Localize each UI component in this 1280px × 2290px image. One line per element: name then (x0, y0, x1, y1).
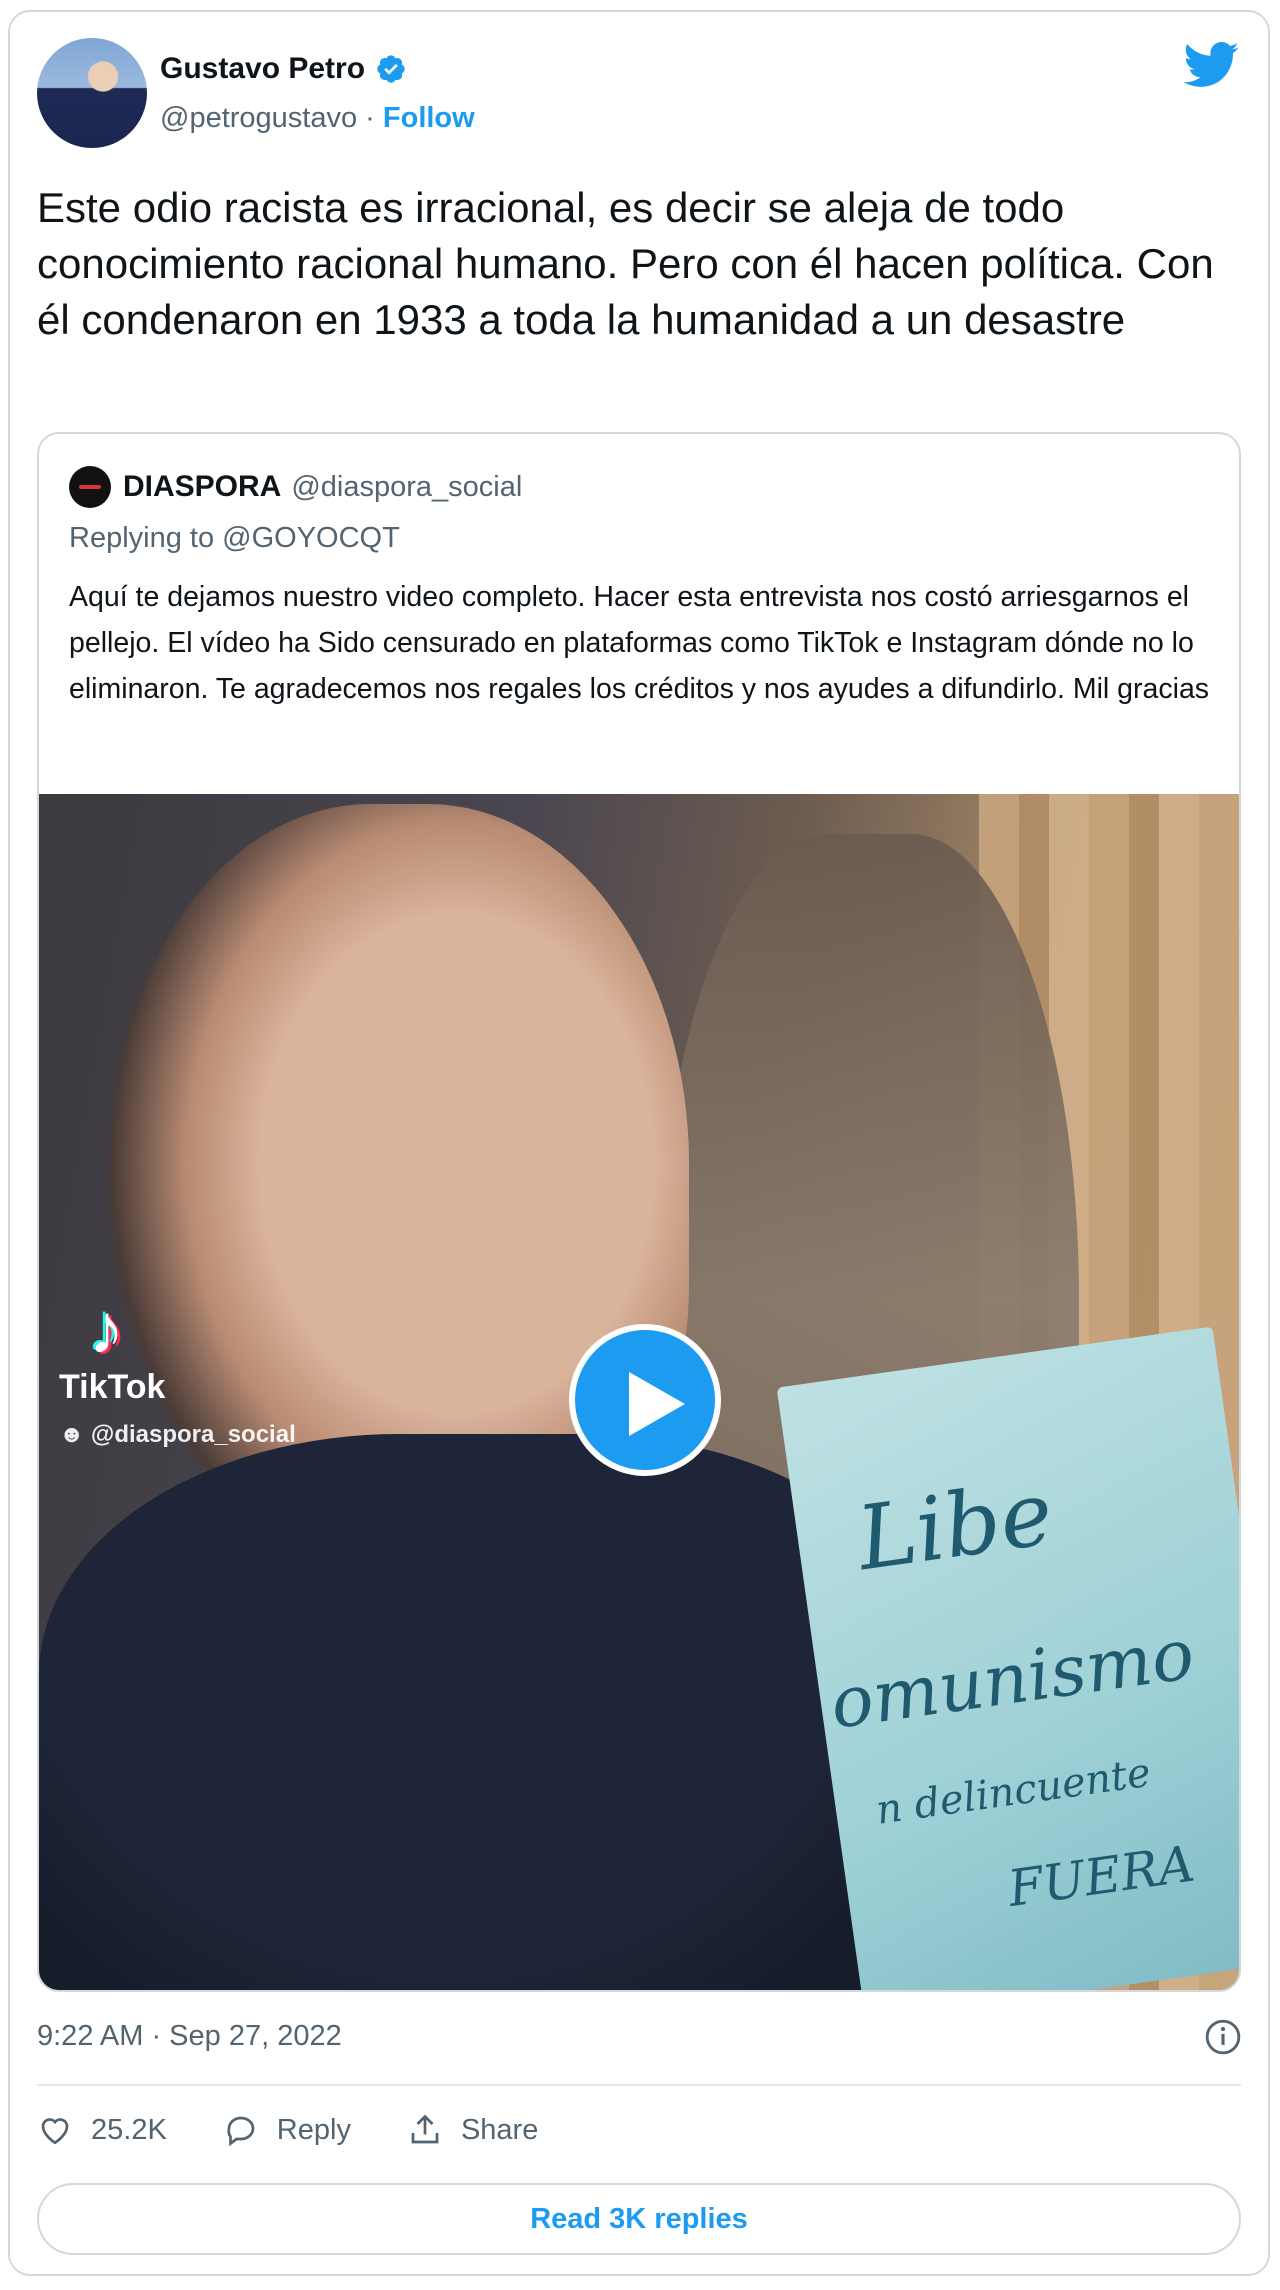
divider (37, 2084, 1241, 2086)
like-count: 25.2K (91, 2113, 167, 2146)
twitter-bird-icon[interactable] (1184, 42, 1240, 88)
reply-bubble-icon (227, 2116, 255, 2147)
tiktok-logo-icon: ♪ (89, 1290, 124, 1368)
tiktok-brand: TikTok (59, 1368, 166, 1406)
quoted-replying-to: Replying to @GOYOCQT (69, 522, 400, 554)
quoted-avatar[interactable] (69, 466, 111, 508)
like-button[interactable]: 25.2K (37, 2112, 167, 2148)
sign-text-4: FUERA (1004, 1834, 1198, 1919)
quoted-text: Aquí te dejamos nuestro video completo. … (69, 581, 1210, 705)
quoted-header: DIASPORA @diaspora_social (69, 466, 522, 508)
author-name[interactable]: Gustavo Petro (160, 52, 365, 86)
sign-text-3: n delincuente (873, 1749, 1154, 1834)
verified-badge-icon (377, 55, 405, 83)
action-bar: 25.2K Reply Share (37, 2112, 594, 2148)
heart-icon (41, 2118, 69, 2145)
sign-text-2: omunismo (825, 1612, 1199, 1745)
tiktok-user: ☻ @diaspora_social (59, 1421, 296, 1448)
quoted-handle[interactable]: @diaspora_social (291, 471, 522, 504)
tweet-text: Este odio racista es irracional, es deci… (37, 184, 1214, 343)
read-replies-button[interactable]: Read 3K replies (37, 2183, 1241, 2255)
tweet-timestamp[interactable]: 9:22 AM · Sep 27, 2022 (37, 2020, 342, 2053)
share-label: Share (460, 2113, 539, 2146)
follow-button[interactable]: Follow (383, 102, 475, 134)
author-handle[interactable]: @petrogustavo (160, 102, 357, 134)
tiktok-username: @diaspora_social (90, 1421, 296, 1448)
author-handle-row: @petrogustavo · Follow (160, 102, 475, 135)
author-name-row: Gustavo Petro (160, 52, 407, 86)
author-avatar[interactable] (37, 38, 147, 148)
tiktok-watermark: ♪ TikTok ☻ @diaspora_social (59, 1294, 296, 1449)
separator: · (357, 102, 383, 134)
reply-button[interactable]: Reply (223, 2112, 351, 2148)
quoted-tweet[interactable]: DIASPORA @diaspora_social Replying to @G… (37, 432, 1241, 1992)
info-icon[interactable] (1204, 2018, 1242, 2056)
sign-text-1: Libe (851, 1461, 1059, 1591)
play-button[interactable] (569, 1324, 721, 1476)
video-thumbnail[interactable]: Libe omunismo n delincuente FUERA ♪ TikT… (39, 794, 1239, 1990)
share-icon (411, 2114, 439, 2144)
reply-label: Reply (276, 2113, 351, 2146)
share-button[interactable]: Share (407, 2112, 538, 2148)
quoted-name[interactable]: DIASPORA (123, 470, 281, 504)
